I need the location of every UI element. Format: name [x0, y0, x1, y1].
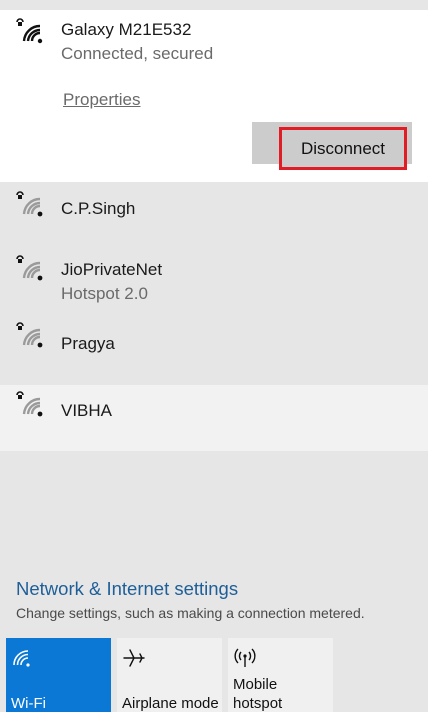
- network-sub: Hotspot 2.0: [61, 284, 148, 303]
- wifi-secured-weak-icon: [16, 255, 43, 281]
- airplane-tile-label: Airplane mode: [122, 695, 219, 712]
- network-name: C.P.Singh: [61, 199, 136, 218]
- network-name: Pragya: [61, 334, 115, 353]
- mobile-hotspot-tile[interactable]: Mobile hotspot: [228, 638, 333, 712]
- wifi-icon: [13, 650, 30, 667]
- wifi-tile-label: Wi-Fi: [11, 695, 46, 712]
- wifi-secured-weak-icon: [16, 322, 43, 348]
- airplane-mode-tile[interactable]: Airplane mode: [117, 638, 222, 712]
- connected-network-status: Connected, secured: [61, 44, 214, 63]
- network-item-jioprivatenet[interactable]: JioPrivateNet Hotspot 2.0: [0, 245, 428, 315]
- network-internet-settings-link[interactable]: Network & Internet settings: [16, 578, 238, 600]
- hotspot-tile-label-line1: Mobile: [233, 676, 278, 693]
- properties-link[interactable]: Properties: [63, 90, 140, 110]
- settings-description: Change settings, such as making a connec…: [16, 605, 365, 621]
- wifi-secured-full-icon: [16, 18, 43, 44]
- network-flyout: Galaxy M21E532 Connected, secured Proper…: [0, 0, 428, 712]
- hotspot-tile-label-line2: hotspot: [233, 695, 283, 712]
- network-name: VIBHA: [61, 401, 113, 420]
- airplane-icon: [123, 649, 145, 667]
- network-name: JioPrivateNet: [61, 260, 163, 279]
- wifi-secured-weak-icon: [16, 391, 43, 417]
- top-strip: [0, 0, 428, 10]
- network-item-pragya[interactable]: Pragya: [0, 318, 428, 382]
- disconnect-button[interactable]: Disconnect: [279, 127, 407, 170]
- hotspot-icon: [234, 648, 256, 667]
- wifi-secured-weak-icon: [16, 191, 43, 217]
- wifi-toggle-tile[interactable]: Wi-Fi: [6, 638, 111, 712]
- connected-network-name: Galaxy M21E532: [61, 20, 192, 39]
- network-item-cpsingh[interactable]: C.P.Singh: [0, 183, 428, 243]
- network-item-vibha[interactable]: VIBHA: [0, 385, 428, 451]
